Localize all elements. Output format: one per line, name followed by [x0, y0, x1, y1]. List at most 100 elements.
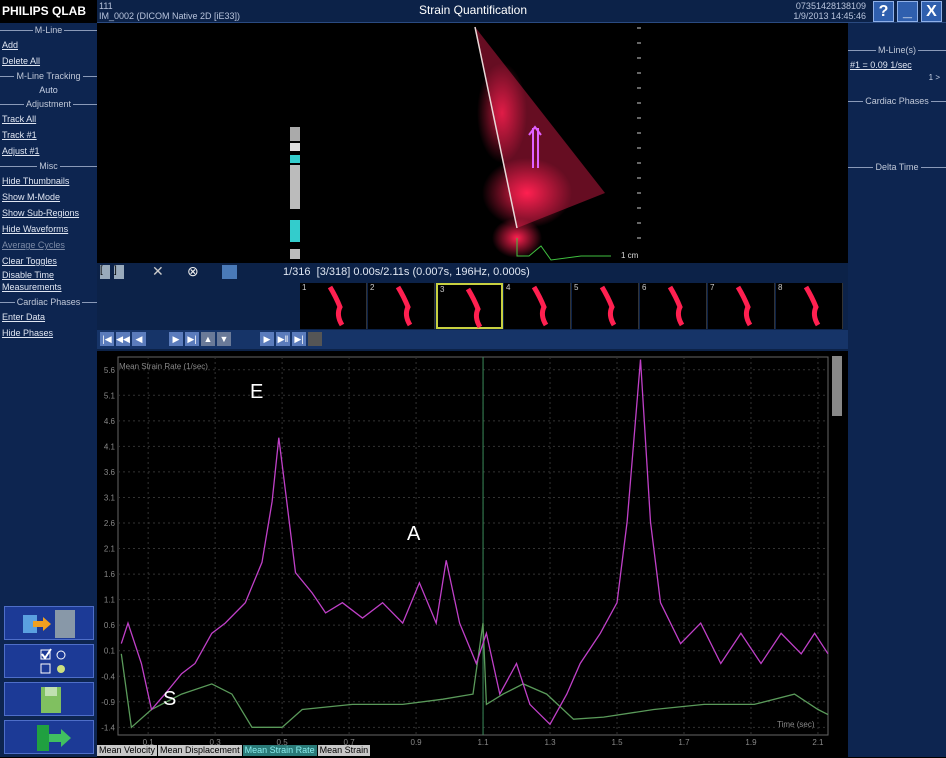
thumbnail-frame[interactable]: 1 [300, 283, 367, 329]
hide-waveforms-link[interactable]: Hide Waveforms [0, 221, 97, 237]
thumbnail-strip: 1 2 3 4 5 6 7 8 [97, 282, 848, 330]
tab-mean-displacement[interactable]: Mean Displacement [158, 745, 243, 756]
close-button[interactable]: X [921, 1, 942, 22]
title-bar: PHILIPS QLAB 111 IM_0002 (DICOM Native 2D… [0, 0, 946, 23]
next-frame-icon[interactable]: ▶ [260, 332, 274, 346]
strain-rate-chart[interactable]: 5.6 5.1 4.6 4.1 3.6 3.1 2.6 2.1 1.6 1.1 0.6 0.1 -0.4… [97, 349, 848, 747]
checkbox-radio-icon [40, 648, 66, 674]
thumbnail-image [531, 285, 549, 327]
chart-tools-icon[interactable] [832, 356, 842, 416]
delete-all-link[interactable]: Delete All [0, 53, 97, 69]
playback-controls: |◀ ◀◀ ◀ ▶ ▶| ▲ ▼ ▶ ▶‖ ▶| [97, 330, 848, 349]
mark-end-icon[interactable]: ] [114, 265, 124, 279]
thumbnail-image [803, 285, 821, 327]
thumbnail-frame[interactable]: 2 [368, 283, 435, 329]
mline-next[interactable]: 1 > [848, 73, 946, 82]
y-tick-label: -0.4 [101, 672, 115, 681]
section-tracking: M-Line Tracking [0, 69, 97, 83]
thumbnail-frame[interactable]: 3 [436, 283, 503, 329]
y-tick-label: 2.1 [104, 545, 116, 554]
play-icon[interactable]: ▶ [169, 332, 183, 346]
thumbnail-number: 1 [302, 283, 307, 292]
prev-frame-icon[interactable]: ◀ [132, 332, 146, 346]
show-subregions-link[interactable]: Show Sub-Regions [0, 205, 97, 221]
show-mmode-link[interactable]: Show M-Mode [0, 189, 97, 205]
hide-phases-link[interactable]: Hide Phases [0, 325, 97, 341]
y-axis-label: Mean Strain Rate (1/sec) [119, 362, 208, 371]
tracking-mode[interactable]: Auto [0, 83, 97, 97]
tab-mean-strain-rate[interactable]: Mean Strain Rate [242, 745, 318, 756]
track-1-link[interactable]: Track #1 [0, 127, 97, 143]
step-icon[interactable]: ▶| [185, 332, 199, 346]
tab-mean-velocity[interactable]: Mean Velocity [97, 745, 159, 756]
tab-mean-strain[interactable]: Mean Strain [317, 745, 372, 756]
frame-info: 1/316 [3/318] 0.00s/2.11s (0.007s, 196Hz… [283, 266, 530, 278]
average-cycles-link[interactable]: Average Cycles [0, 237, 97, 253]
scale-label: 1 cm [621, 251, 639, 260]
ultrasound-image[interactable]: 1 cm [97, 23, 848, 263]
section-cardiac-phases: Cardiac Phases [0, 295, 97, 309]
exit-button[interactable] [4, 720, 94, 754]
y-tick-label: 5.6 [104, 366, 116, 375]
section-delta-time: Delta Time [848, 160, 946, 174]
add-mline-link[interactable]: Add [0, 37, 97, 53]
thumbnail-number: 6 [642, 283, 647, 292]
annotation-e: E [250, 381, 264, 403]
thumbnail-number: 3 [440, 285, 445, 294]
thumbnail-image [667, 285, 685, 327]
thumbnail-image [327, 285, 345, 327]
first-frame-icon[interactable]: |◀ [100, 332, 114, 346]
thumbnail-number: 5 [574, 283, 579, 292]
thumbnail-frame[interactable]: 4 [504, 283, 571, 329]
help-button[interactable]: ? [873, 1, 894, 22]
y-tick-label: 0.6 [104, 621, 116, 630]
x-axis-label: Time (sec) [777, 720, 815, 729]
adjust-1-link[interactable]: Adjust #1 [0, 143, 97, 159]
disable-time-measurements-link[interactable]: Disable Time Measurements [0, 269, 80, 295]
export-icon [23, 610, 75, 638]
section-right-cardiac-phases: Cardiac Phases [848, 94, 946, 108]
cancel-icon[interactable]: ⊗ [187, 263, 199, 280]
save-button[interactable] [4, 682, 94, 716]
speed-up-icon[interactable]: ▲ [201, 332, 215, 346]
save-icon [41, 687, 61, 713]
y-tick-label: 2.6 [104, 519, 116, 528]
ultrasound-sector [290, 26, 641, 261]
options-button[interactable] [4, 644, 94, 678]
enter-data-link[interactable]: Enter Data [0, 309, 97, 325]
last-frame-icon[interactable]: ▶| [292, 332, 306, 346]
pause-icon[interactable]: ▶‖ [276, 332, 290, 346]
y-tick-label: 0.1 [104, 647, 116, 656]
y-tick-label: 4.6 [104, 417, 116, 426]
image-settings-icon[interactable] [222, 265, 237, 279]
exam-datetime: 1/9/2013 14:45:46 [793, 11, 866, 21]
thumbnail-frame[interactable]: 6 [640, 283, 707, 329]
exit-icon [37, 725, 71, 751]
mline-1-value[interactable]: #1 = 0.09 1/sec [848, 57, 946, 73]
export-button[interactable] [4, 606, 94, 640]
right-panel: M-Line(s) #1 = 0.09 1/sec 1 > Cardiac Ph… [848, 23, 946, 757]
clear-toggles-link[interactable]: Clear Toggles [0, 253, 97, 269]
chart-svg: 5.6 5.1 4.6 4.1 3.6 3.1 2.6 2.1 1.6 1.1 0.6 0.1 -0.4… [101, 356, 829, 747]
y-tick-label: 3.1 [104, 493, 116, 502]
frame-toolbar: [ ] ✕ ⊗ 1/316 [3/318] 0.00s/2.11s (0.007… [97, 263, 848, 282]
minimize-button[interactable]: _ [897, 1, 918, 22]
thumbnail-image [465, 287, 483, 329]
thumbnail-frame[interactable]: 5 [572, 283, 639, 329]
mark-start-icon[interactable]: [ [100, 265, 110, 279]
prev-cycle-icon[interactable]: ◀◀ [116, 332, 130, 346]
blank-control [308, 332, 322, 346]
y-tick-label: 1.1 [104, 596, 116, 605]
series-line-strain-rate [120, 359, 829, 726]
hide-thumbnails-link[interactable]: Hide Thumbnails [0, 173, 97, 189]
y-tick-label: -0.9 [101, 698, 115, 707]
speed-down-icon[interactable]: ▼ [217, 332, 231, 346]
thumbnail-frame[interactable]: 8 [776, 283, 843, 329]
y-tick-label: 5.1 [104, 391, 116, 400]
patient-id: 07351428138109 [795, 1, 866, 11]
track-all-link[interactable]: Track All [0, 111, 97, 127]
section-adjustment: Adjustment [0, 97, 97, 111]
delete-icon[interactable]: ✕ [152, 263, 164, 280]
thumbnail-frame[interactable]: 7 [708, 283, 775, 329]
annotation-s: S [163, 688, 177, 710]
